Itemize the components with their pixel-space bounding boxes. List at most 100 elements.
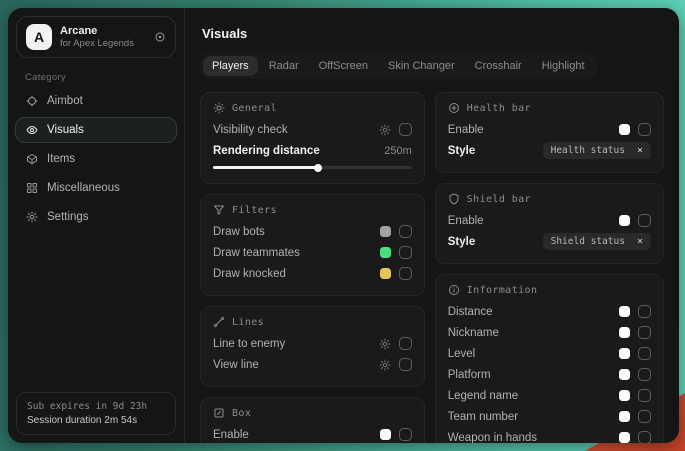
right-column: Health barEnableStyleHealth status×Shiel… — [435, 92, 664, 443]
target-icon[interactable] — [154, 31, 166, 43]
checkbox[interactable] — [399, 267, 412, 280]
row-controls — [380, 225, 412, 238]
row-label: Draw bots — [213, 226, 380, 238]
remove-icon[interactable]: × — [637, 237, 643, 247]
card-title-label: Filters — [232, 205, 277, 216]
sidebar-item-items[interactable]: Items — [15, 146, 177, 172]
tab-crosshair[interactable]: Crosshair — [466, 56, 531, 76]
card-title: Box — [213, 407, 412, 419]
tab-radar[interactable]: Radar — [260, 56, 308, 76]
checkbox[interactable] — [399, 123, 412, 136]
color-swatch[interactable] — [619, 432, 630, 443]
card-title: Information — [448, 284, 651, 296]
checkbox[interactable] — [399, 225, 412, 238]
frame-icon — [213, 407, 225, 419]
color-swatch[interactable] — [619, 348, 630, 359]
row-enable: Enable — [213, 424, 412, 443]
tab-players[interactable]: Players — [203, 56, 258, 76]
grid-icon — [26, 182, 38, 194]
card-title: Lines — [213, 316, 412, 328]
card-general: GeneralVisibility checkRendering distanc… — [200, 92, 425, 184]
row-label: Weapon in hands — [448, 432, 619, 444]
checkbox[interactable] — [638, 305, 651, 318]
row-draw-knocked: Draw knocked — [213, 263, 412, 284]
checkbox[interactable] — [638, 123, 651, 136]
cards-grid: GeneralVisibility checkRendering distanc… — [200, 92, 664, 443]
row-label: Style — [448, 145, 543, 157]
row-controls — [619, 326, 651, 339]
row-label: Enable — [213, 429, 380, 441]
gear-icon[interactable] — [379, 338, 391, 350]
row-visibility-check: Visibility check — [213, 119, 412, 140]
sidebar-item-settings[interactable]: Settings — [15, 204, 177, 230]
checkbox[interactable] — [638, 431, 651, 443]
row-label: Level — [448, 348, 619, 360]
sidebar-item-label: Miscellaneous — [47, 182, 120, 194]
color-swatch[interactable] — [619, 390, 630, 401]
color-swatch[interactable] — [380, 226, 391, 237]
row-team-number: Team number — [448, 406, 651, 427]
color-swatch[interactable] — [619, 369, 630, 380]
row-label: Line to enemy — [213, 338, 379, 350]
row-controls: 250m — [384, 145, 412, 157]
card-title-label: Shield bar — [467, 194, 531, 205]
box-icon — [26, 153, 38, 165]
row-label: Nickname — [448, 327, 619, 339]
gear-icon[interactable] — [379, 124, 391, 136]
checkbox[interactable] — [399, 358, 412, 371]
row-controls: Shield status× — [543, 233, 651, 250]
checkbox[interactable] — [399, 428, 412, 441]
color-swatch[interactable] — [619, 215, 630, 226]
tab-offscreen[interactable]: OffScreen — [310, 56, 377, 76]
health-icon — [448, 102, 460, 114]
gear-icon[interactable] — [379, 359, 391, 371]
color-swatch[interactable] — [619, 306, 630, 317]
sidebar: A Arcane for Apex Legends Category Aimbo… — [8, 8, 184, 443]
row-rendering-distance: Rendering distance250m — [213, 140, 412, 161]
tab-highlight[interactable]: Highlight — [533, 56, 594, 76]
row-controls — [619, 410, 651, 423]
page-title: Visuals — [202, 26, 664, 41]
checkbox[interactable] — [638, 410, 651, 423]
remove-icon[interactable]: × — [637, 146, 643, 156]
checkbox[interactable] — [638, 214, 651, 227]
card-lines: Lines Line to enemy View line — [200, 306, 425, 387]
funnel-icon — [213, 204, 225, 216]
color-swatch[interactable] — [619, 327, 630, 338]
tab-skin-changer[interactable]: Skin Changer — [379, 56, 464, 76]
style-tag[interactable]: Health status× — [543, 142, 651, 159]
color-swatch[interactable] — [619, 411, 630, 422]
row-level: Level — [448, 343, 651, 364]
checkbox[interactable] — [638, 347, 651, 360]
row-draw-bots: Draw bots — [213, 221, 412, 242]
app-window: A Arcane for Apex Legends Category Aimbo… — [8, 8, 679, 443]
sidebar-item-miscellaneous[interactable]: Miscellaneous — [15, 175, 177, 201]
slider[interactable] — [213, 166, 412, 169]
style-tag[interactable]: Shield status× — [543, 233, 651, 250]
row-nickname: Nickname — [448, 322, 651, 343]
row-view-line: View line — [213, 354, 412, 375]
sidebar-item-visuals[interactable]: Visuals — [15, 117, 177, 143]
sidebar-item-label: Aimbot — [47, 95, 83, 107]
eye-icon — [26, 124, 38, 136]
color-swatch[interactable] — [380, 429, 391, 440]
color-swatch[interactable] — [380, 247, 391, 258]
slider-thumb[interactable] — [314, 164, 322, 172]
row-enable: Enable — [448, 119, 651, 140]
row-controls — [379, 358, 412, 371]
checkbox[interactable] — [638, 368, 651, 381]
checkbox[interactable] — [638, 389, 651, 402]
checkbox[interactable] — [399, 246, 412, 259]
color-swatch[interactable] — [619, 124, 630, 135]
row-controls — [619, 431, 651, 443]
sidebar-item-aimbot[interactable]: Aimbot — [15, 88, 177, 114]
card-box: BoxEnableEnable background — [200, 397, 425, 443]
checkbox[interactable] — [638, 326, 651, 339]
color-swatch[interactable] — [380, 268, 391, 279]
crosshair-icon — [26, 95, 38, 107]
app-title: Arcane — [60, 25, 134, 37]
checkbox[interactable] — [399, 337, 412, 350]
card-title: Shield bar — [448, 193, 651, 205]
row-distance: Distance — [448, 301, 651, 322]
left-column: GeneralVisibility checkRendering distanc… — [200, 92, 425, 443]
